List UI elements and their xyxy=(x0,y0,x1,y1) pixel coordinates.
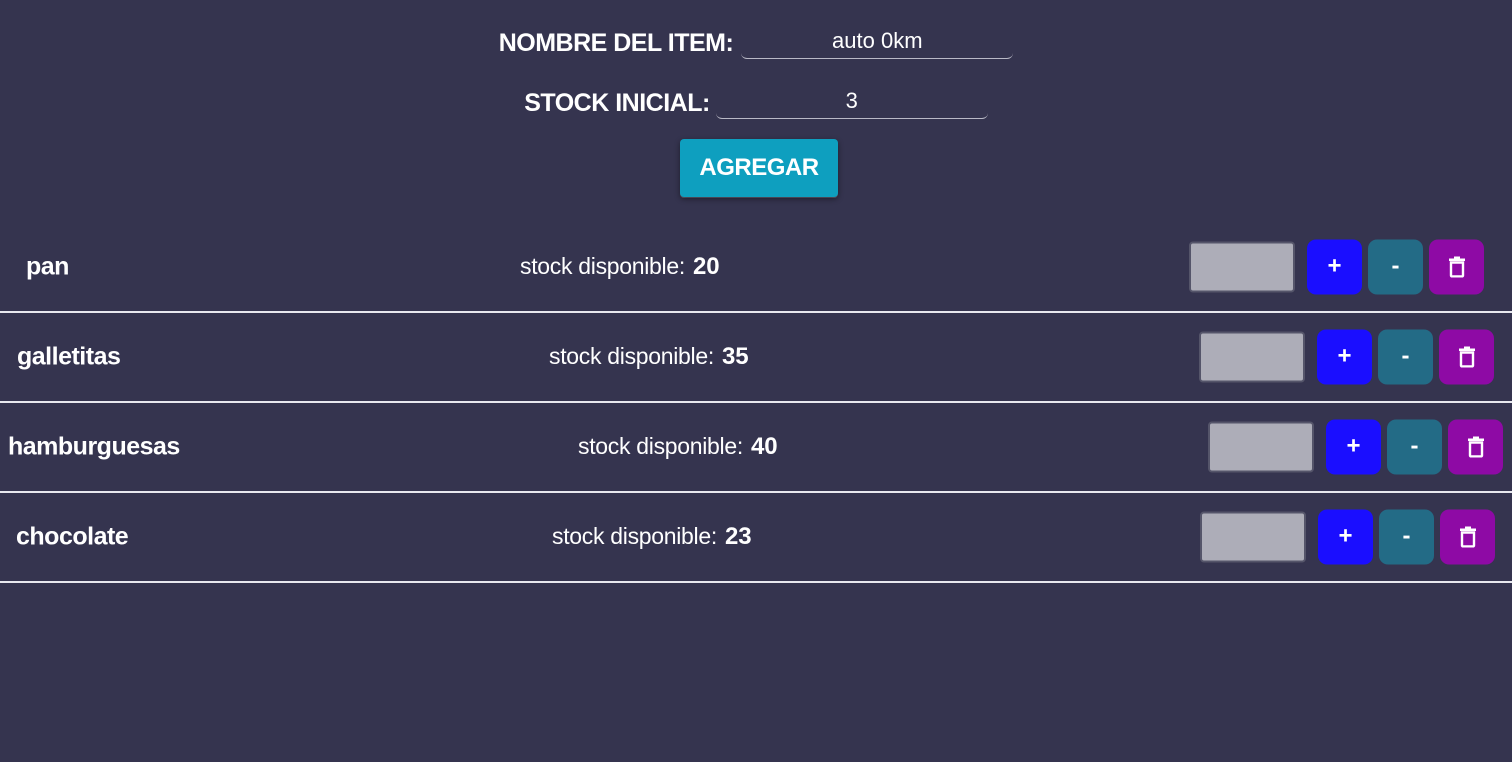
stock-value: 23 xyxy=(724,522,752,550)
item-name: galletitas xyxy=(17,342,121,370)
stock-label: stock disponible: xyxy=(552,522,717,549)
initial-stock-row: STOCK INICIAL: xyxy=(0,84,1512,119)
increase-stock-button[interactable]: + xyxy=(1326,419,1381,474)
initial-stock-label: STOCK INICIAL: xyxy=(524,89,710,117)
delete-item-button[interactable] xyxy=(1448,419,1503,474)
item-controls: + - xyxy=(1208,419,1503,474)
increase-stock-button[interactable]: + xyxy=(1307,239,1362,294)
trash-icon xyxy=(1448,256,1465,278)
add-item-form: NOMBRE DEL ITEM: STOCK INICIAL: AGREGAR xyxy=(0,0,1512,230)
quantity-input[interactable] xyxy=(1199,331,1305,382)
stock-value: 35 xyxy=(721,342,749,370)
item-name-input[interactable] xyxy=(741,24,1014,59)
trash-icon xyxy=(1458,346,1475,368)
item-name: hamburguesas xyxy=(8,432,180,460)
stock-label: stock disponible: xyxy=(549,342,714,369)
delete-item-button[interactable] xyxy=(1429,239,1484,294)
stock-label: stock disponible: xyxy=(520,252,685,279)
increase-stock-button[interactable]: + xyxy=(1318,509,1373,564)
list-item: chocolate stock disponible: 23 + - xyxy=(0,492,1512,583)
item-controls: + - xyxy=(1189,239,1484,294)
stock-info: stock disponible: 20 xyxy=(520,253,720,281)
trash-icon xyxy=(1467,436,1484,458)
initial-stock-input[interactable] xyxy=(715,84,988,119)
stock-value: 40 xyxy=(750,432,778,460)
decrease-stock-button[interactable]: - xyxy=(1368,239,1423,294)
delete-item-button[interactable] xyxy=(1440,509,1495,564)
trash-icon xyxy=(1459,526,1476,548)
quantity-input[interactable] xyxy=(1208,421,1314,472)
list-item: galletitas stock disponible: 35 + - xyxy=(0,312,1512,403)
decrease-stock-button[interactable]: - xyxy=(1387,419,1442,474)
item-name: pan xyxy=(26,252,69,280)
item-name-row: NOMBRE DEL ITEM: xyxy=(0,24,1512,59)
increase-stock-button[interactable]: + xyxy=(1317,329,1372,384)
list-item: pan stock disponible: 20 + - xyxy=(0,222,1512,313)
list-item: hamburguesas stock disponible: 40 + - xyxy=(0,402,1512,493)
quantity-input[interactable] xyxy=(1200,511,1306,562)
stock-info: stock disponible: 23 xyxy=(552,523,752,551)
item-name: chocolate xyxy=(16,522,129,550)
item-controls: + - xyxy=(1199,329,1494,384)
stock-value: 20 xyxy=(692,252,720,280)
quantity-input[interactable] xyxy=(1189,241,1295,292)
delete-item-button[interactable] xyxy=(1439,329,1494,384)
decrease-stock-button[interactable]: - xyxy=(1378,329,1433,384)
add-item-button[interactable]: AGREGAR xyxy=(680,139,838,197)
stock-info: stock disponible: 35 xyxy=(549,343,749,371)
stock-label: stock disponible: xyxy=(578,432,743,459)
item-controls: + - xyxy=(1200,509,1495,564)
stock-info: stock disponible: 40 xyxy=(578,433,778,461)
item-name-label: NOMBRE DEL ITEM: xyxy=(498,29,734,57)
decrease-stock-button[interactable]: - xyxy=(1379,509,1434,564)
